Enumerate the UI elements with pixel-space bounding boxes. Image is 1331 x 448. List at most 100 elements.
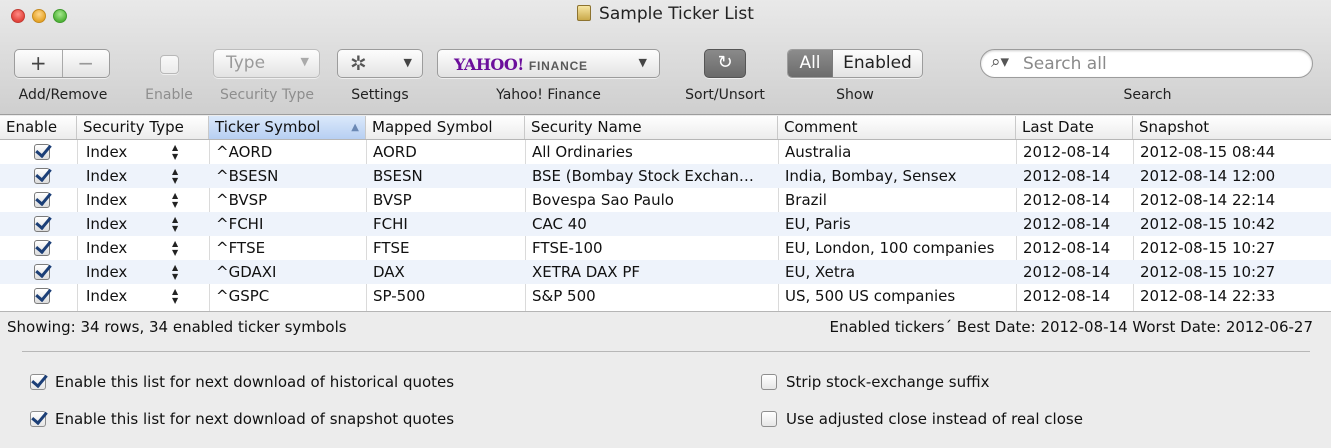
yahoo-logo-text: YAHOO! bbox=[454, 55, 524, 74]
option-label: Use adjusted close instead of real close bbox=[786, 410, 1083, 428]
option-label: Enable this list for next download of sn… bbox=[55, 410, 455, 428]
cell-snapshot: 2012-08-14 22:33 bbox=[1140, 287, 1276, 305]
type-stepper-icon[interactable]: ▲ ▼ bbox=[172, 263, 178, 281]
cell-type: Index bbox=[86, 287, 128, 305]
cell-comment: Australia bbox=[785, 143, 852, 161]
table-row[interactable]: Index ^BVSP BVSP Bovespa Sao Paulo Brazil 201… bbox=[0, 188, 1331, 212]
column-header-enable[interactable]: Enable bbox=[0, 116, 77, 139]
remove-button[interactable]: − bbox=[61, 50, 110, 77]
option-checkbox[interactable] bbox=[761, 411, 777, 427]
security-type-label: Security Type bbox=[219, 87, 315, 103]
table-header: Enable Security Type Ticker Symbol ▲ Map… bbox=[0, 116, 1331, 140]
table-row[interactable]: Index ^AORD AORD All Ordinaries Australia 201… bbox=[0, 140, 1331, 164]
option-checkbox[interactable] bbox=[761, 374, 777, 390]
table-row[interactable]: Index ^GDAXI DAX XETRA DAX PF EU, Xetra 2012-… bbox=[0, 260, 1331, 284]
option-strip-suffix[interactable]: Strip stock-exchange suffix bbox=[761, 373, 990, 391]
row-enable-checkbox[interactable] bbox=[34, 240, 50, 256]
cell-ticker: ^BSESN bbox=[216, 167, 279, 185]
security-type-popup[interactable]: Type ▼ bbox=[213, 49, 320, 78]
table-row[interactable]: Index ^FCHI FCHI CAC 40 EU, Paris 2012-08-14 2… bbox=[0, 212, 1331, 236]
cell-type: Index bbox=[86, 167, 128, 185]
cell-name: BSE (Bombay Stock Exchan… bbox=[532, 167, 754, 185]
row-enable-checkbox[interactable] bbox=[34, 288, 50, 304]
cell-type: Index bbox=[86, 263, 128, 281]
enable-label: Enable bbox=[145, 87, 193, 103]
row-enable-checkbox[interactable] bbox=[34, 168, 50, 184]
cell-snapshot: 2012-08-14 12:00 bbox=[1140, 167, 1276, 185]
cell-name: CAC 40 bbox=[532, 215, 587, 233]
cell-mapped: AORD bbox=[373, 143, 417, 161]
option-checkbox[interactable] bbox=[30, 411, 46, 427]
option-historical-download[interactable]: Enable this list for next download of hi… bbox=[30, 373, 454, 391]
cell-last-date: 2012-08-14 bbox=[1023, 287, 1111, 305]
type-stepper-icon[interactable]: ▲ ▼ bbox=[172, 143, 178, 161]
security-type-value: Type bbox=[226, 53, 266, 73]
cell-name: S&P 500 bbox=[532, 287, 596, 305]
window: Sample Ticker List + − Add/Remove Enable… bbox=[0, 0, 1331, 448]
column-header-security-type[interactable]: Security Type bbox=[77, 116, 209, 139]
show-all-segment[interactable]: All bbox=[788, 50, 832, 77]
settings-popup[interactable]: ✲ ▼ bbox=[337, 49, 423, 78]
column-header-last-date[interactable]: Last Date bbox=[1016, 116, 1133, 139]
cell-ticker: ^GDAXI bbox=[216, 263, 277, 281]
show-segmented: All Enabled bbox=[787, 49, 923, 78]
cell-comment: India, Bombay, Sensex bbox=[785, 167, 957, 185]
column-header-mapped-symbol[interactable]: Mapped Symbol bbox=[366, 116, 525, 139]
cell-name: All Ordinaries bbox=[532, 143, 633, 161]
cell-snapshot: 2012-08-15 10:27 bbox=[1140, 263, 1276, 281]
cell-comment: Brazil bbox=[785, 191, 827, 209]
add-button[interactable]: + bbox=[15, 50, 62, 77]
table-row[interactable]: Index ^BSESN BSESN BSE (Bombay Stock Exchan… bbox=[0, 164, 1331, 188]
cell-ticker: ^BVSP bbox=[216, 191, 268, 209]
show-enabled-segment[interactable]: Enabled bbox=[832, 50, 922, 77]
divider bbox=[22, 351, 1310, 352]
option-label: Enable this list for next download of hi… bbox=[55, 373, 455, 391]
ticker-table: Enable Security Type Ticker Symbol ▲ Map… bbox=[0, 116, 1331, 312]
option-checkbox[interactable] bbox=[30, 374, 46, 390]
window-title: Sample Ticker List bbox=[0, 4, 1331, 24]
row-enable-checkbox[interactable] bbox=[34, 264, 50, 280]
column-header-ticker-symbol[interactable]: Ticker Symbol ▲ bbox=[209, 116, 366, 139]
cell-mapped: SP-500 bbox=[373, 287, 426, 305]
column-header-security-name[interactable]: Security Name bbox=[525, 116, 778, 139]
enable-checkbox[interactable] bbox=[160, 55, 179, 74]
type-stepper-icon[interactable]: ▲ ▼ bbox=[172, 215, 178, 233]
settings-label: Settings bbox=[351, 87, 409, 103]
data-source-popup[interactable]: YAHOO! FINANCE ▼ bbox=[437, 49, 660, 78]
search-input[interactable] bbox=[1023, 52, 1293, 75]
cell-mapped: FCHI bbox=[373, 215, 408, 233]
row-enable-checkbox[interactable] bbox=[34, 192, 50, 208]
table-row[interactable]: Index ^GSPC SP-500 S&P 500 US, 500 US compan… bbox=[0, 284, 1331, 308]
add-remove-label: Add/Remove bbox=[18, 87, 108, 103]
cell-mapped: BVSP bbox=[373, 191, 412, 209]
chevron-down-icon: ▼ bbox=[638, 56, 647, 69]
type-stepper-icon[interactable]: ▲ ▼ bbox=[172, 191, 178, 209]
type-stepper-icon[interactable]: ▲ ▼ bbox=[172, 239, 178, 257]
cell-comment: EU, Xetra bbox=[785, 263, 856, 281]
type-stepper-icon[interactable]: ▲ ▼ bbox=[172, 287, 178, 305]
search-icon[interactable]: ⌕▾ bbox=[991, 52, 1009, 72]
row-enable-checkbox[interactable] bbox=[34, 144, 50, 160]
cell-snapshot: 2012-08-14 22:14 bbox=[1140, 191, 1276, 209]
cell-type: Index bbox=[86, 239, 128, 257]
yahoo-finance-label: Yahoo! Finance bbox=[496, 87, 601, 103]
gear-icon: ✲ bbox=[350, 51, 367, 75]
cell-comment: US, 500 US companies bbox=[785, 287, 956, 305]
column-header-comment[interactable]: Comment bbox=[778, 116, 1016, 139]
sort-unsort-button[interactable]: ↻ bbox=[704, 49, 746, 78]
cell-mapped: DAX bbox=[373, 263, 405, 281]
type-stepper-icon[interactable]: ▲ ▼ bbox=[172, 167, 178, 185]
cell-ticker: ^AORD bbox=[216, 143, 273, 161]
sort-ascending-icon: ▲ bbox=[351, 122, 359, 133]
toolbar: Sample Ticker List + − Add/Remove Enable… bbox=[0, 0, 1331, 115]
column-header-snapshot[interactable]: Snapshot bbox=[1133, 116, 1331, 139]
option-snapshot-download[interactable]: Enable this list for next download of sn… bbox=[30, 410, 454, 428]
cell-mapped: BSESN bbox=[373, 167, 423, 185]
cell-last-date: 2012-08-14 bbox=[1023, 215, 1111, 233]
show-label: Show bbox=[836, 87, 874, 103]
cell-ticker: ^GSPC bbox=[216, 287, 270, 305]
option-adjusted-close[interactable]: Use adjusted close instead of real close bbox=[761, 410, 1083, 428]
table-row[interactable]: Index ^FTSE FTSE FTSE-100 EU, London, 100 co… bbox=[0, 236, 1331, 260]
chevron-down-icon: ▼ bbox=[403, 56, 412, 69]
row-enable-checkbox[interactable] bbox=[34, 216, 50, 232]
